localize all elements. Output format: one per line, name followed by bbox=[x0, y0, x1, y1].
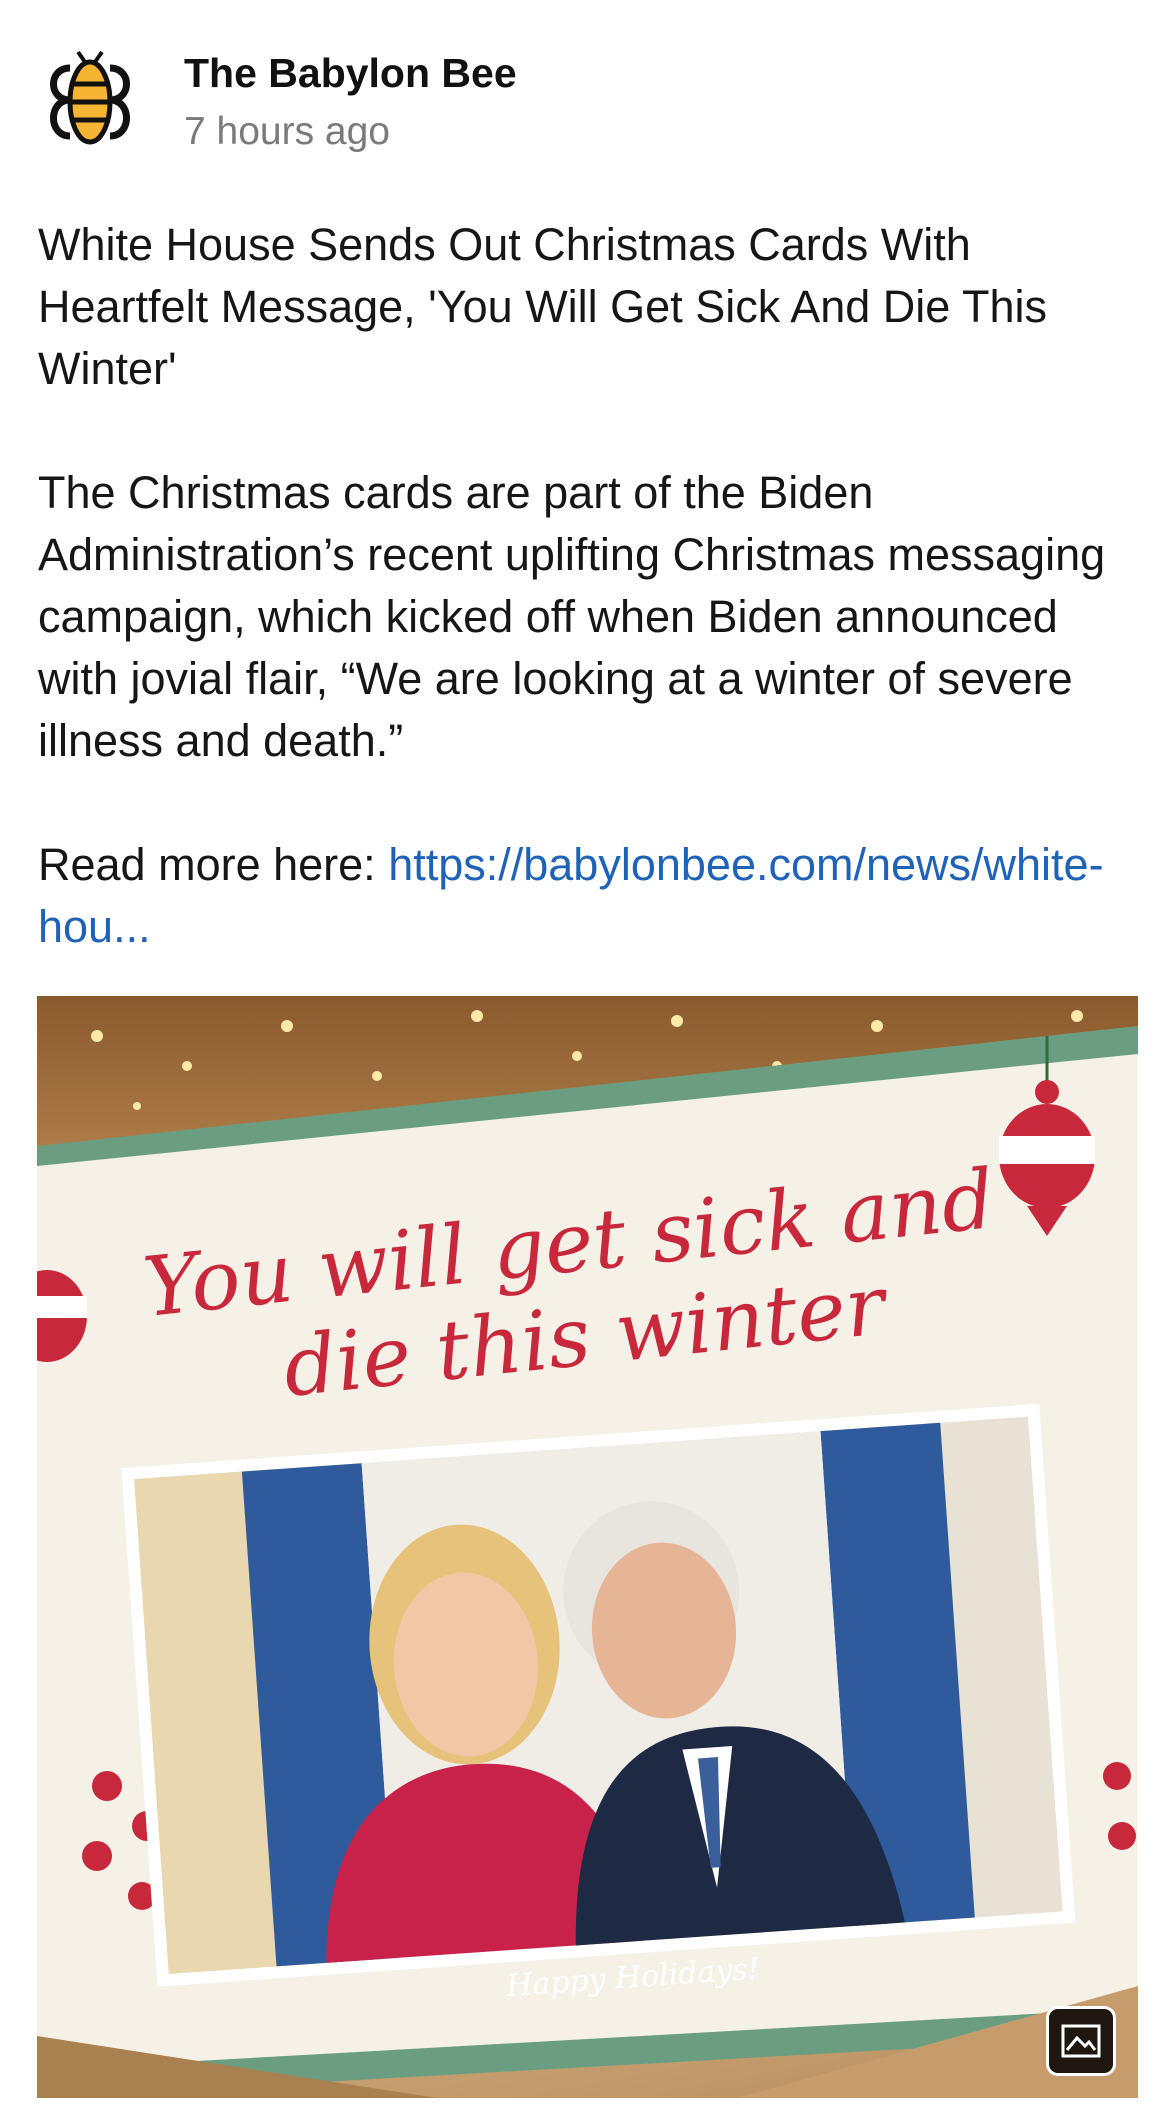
post-timestamp: 7 hours ago bbox=[184, 110, 390, 153]
post-image[interactable]: You will get sick and die this winter Ha… bbox=[37, 996, 1138, 2098]
babylon-bee-logo-icon[interactable] bbox=[38, 48, 142, 152]
image-gallery-icon[interactable] bbox=[1046, 2006, 1116, 2076]
read-more-line: Read more here: https://babylonbee.com/n… bbox=[38, 834, 1138, 958]
post-text: White House Sends Out Christmas Cards Wi… bbox=[38, 214, 1138, 958]
read-more-label: Read more here: bbox=[38, 839, 389, 890]
post-header: The Babylon Bee 7 hours ago bbox=[38, 48, 1132, 158]
christmas-card-illustration: You will get sick and die this winter Ha… bbox=[37, 996, 1138, 2098]
post-headline: White House Sends Out Christmas Cards Wi… bbox=[38, 219, 1048, 394]
post-body: The Christmas cards are part of the Bide… bbox=[38, 467, 1106, 766]
author-name[interactable]: The Babylon Bee bbox=[184, 50, 517, 97]
